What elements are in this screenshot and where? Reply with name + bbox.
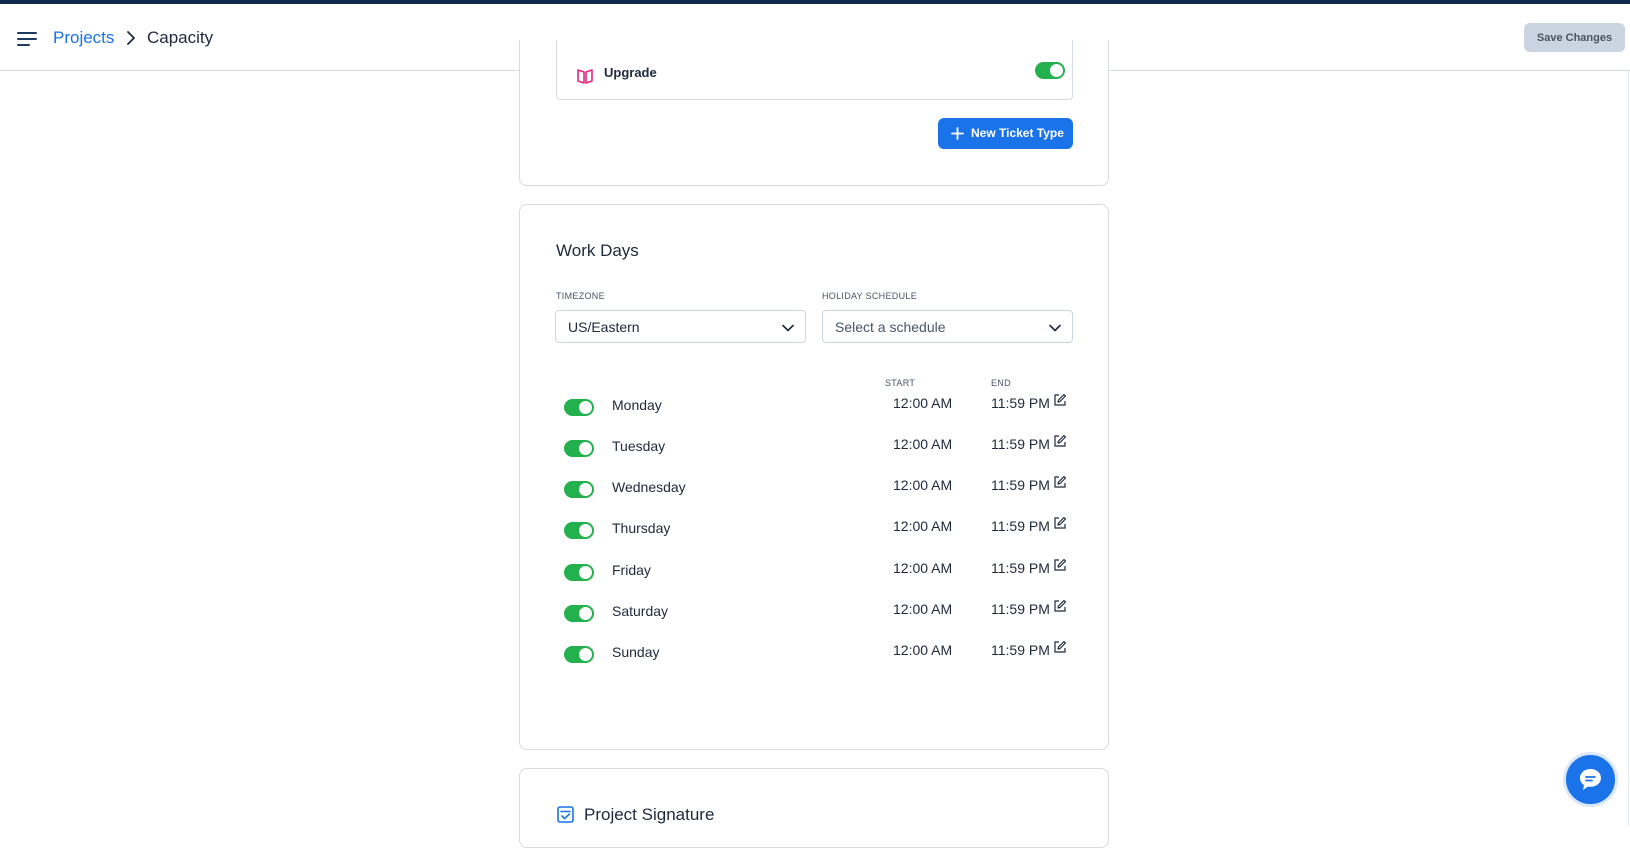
upgrade-icon	[577, 69, 593, 84]
day-toggle[interactable]	[564, 646, 594, 663]
holiday-schedule-select[interactable]: Select a schedule	[822, 310, 1073, 343]
day-toggle[interactable]	[564, 605, 594, 622]
end-time: 11:59 PM	[991, 395, 1050, 411]
project-signature-card: Project Signature	[519, 768, 1109, 848]
day-toggle[interactable]	[564, 564, 594, 581]
work-day-row: Thursday 12:00 AM 11:59 PM	[520, 516, 1108, 550]
edit-icon[interactable]	[1053, 599, 1067, 613]
day-name: Saturday	[612, 603, 669, 619]
work-days-title: Work Days	[556, 241, 639, 260]
hamburger-menu-icon[interactable]	[17, 31, 37, 47]
work-day-row: Friday 12:00 AM 11:59 PM	[520, 558, 1108, 592]
timezone-select[interactable]: US/Eastern	[555, 310, 806, 343]
plus-icon	[951, 127, 964, 140]
day-toggle[interactable]	[564, 522, 594, 539]
edit-icon[interactable]	[1053, 640, 1067, 654]
work-day-row: Tuesday 12:00 AM 11:59 PM	[520, 434, 1108, 468]
breadcrumb-current: Capacity	[147, 28, 214, 47]
save-changes-button[interactable]: Save Changes	[1524, 23, 1625, 52]
day-name: Friday	[612, 562, 651, 578]
edit-icon[interactable]	[1053, 475, 1067, 489]
holiday-schedule-label: HOLIDAY SCHEDULE	[822, 291, 917, 301]
work-day-row: Wednesday 12:00 AM 11:59 PM	[520, 475, 1108, 509]
breadcrumb-projects-link[interactable]: Projects	[53, 28, 114, 48]
chevron-right-icon	[127, 31, 135, 45]
end-time: 11:59 PM	[991, 560, 1050, 576]
timezone-value: US/Eastern	[568, 319, 640, 335]
day-name: Thursday	[612, 520, 671, 536]
new-ticket-type-button[interactable]: New Ticket Type	[938, 118, 1073, 149]
ticket-type-label: Upgrade	[604, 65, 657, 80]
day-toggle[interactable]	[564, 399, 594, 416]
holiday-schedule-placeholder: Select a schedule	[835, 319, 946, 335]
start-time: 12:00 AM	[893, 518, 953, 534]
work-days-card: Work Days TIMEZONE US/Eastern HOLIDAY SC…	[519, 204, 1109, 750]
start-time: 12:00 AM	[893, 560, 953, 576]
end-time: 11:59 PM	[991, 477, 1050, 493]
start-time: 12:00 AM	[893, 601, 953, 617]
work-day-row: Saturday 12:00 AM 11:59 PM	[520, 599, 1108, 633]
day-name: Tuesday	[612, 438, 666, 454]
ticket-type-row-upgrade: Upgrade	[556, 40, 1073, 100]
start-column-header: START	[885, 378, 916, 388]
end-time: 11:59 PM	[991, 518, 1050, 534]
start-time: 12:00 AM	[893, 642, 953, 658]
chat-support-button[interactable]	[1563, 752, 1618, 807]
signature-icon	[557, 806, 574, 823]
work-day-row: Sunday 12:00 AM 11:59 PM	[520, 640, 1108, 674]
day-toggle[interactable]	[564, 481, 594, 498]
chevron-down-icon	[782, 324, 794, 332]
chevron-down-icon	[1049, 324, 1061, 332]
timezone-label: TIMEZONE	[556, 291, 605, 301]
edit-icon[interactable]	[1053, 558, 1067, 572]
ticket-type-toggle[interactable]	[1035, 62, 1065, 79]
day-name: Monday	[612, 397, 662, 413]
ticket-types-card: Upgrade New Ticket Type	[519, 40, 1109, 186]
end-time: 11:59 PM	[991, 642, 1050, 658]
new-ticket-type-label: New Ticket Type	[971, 126, 1064, 140]
day-name: Wednesday	[612, 479, 686, 495]
day-toggle[interactable]	[564, 440, 594, 457]
page-scrollbar-track	[1628, 71, 1629, 826]
work-day-row: Monday 12:00 AM 11:59 PM	[520, 393, 1108, 427]
chat-icon	[1580, 769, 1601, 790]
edit-icon[interactable]	[1053, 516, 1067, 530]
end-time: 11:59 PM	[991, 601, 1050, 617]
start-time: 12:00 AM	[893, 436, 953, 452]
start-time: 12:00 AM	[893, 477, 953, 493]
start-time: 12:00 AM	[893, 395, 953, 411]
edit-icon[interactable]	[1053, 393, 1067, 407]
edit-icon[interactable]	[1053, 434, 1067, 448]
day-name: Sunday	[612, 644, 660, 660]
end-time: 11:59 PM	[991, 436, 1050, 452]
end-column-header: END	[991, 378, 1011, 388]
project-signature-title: Project Signature	[584, 805, 715, 824]
